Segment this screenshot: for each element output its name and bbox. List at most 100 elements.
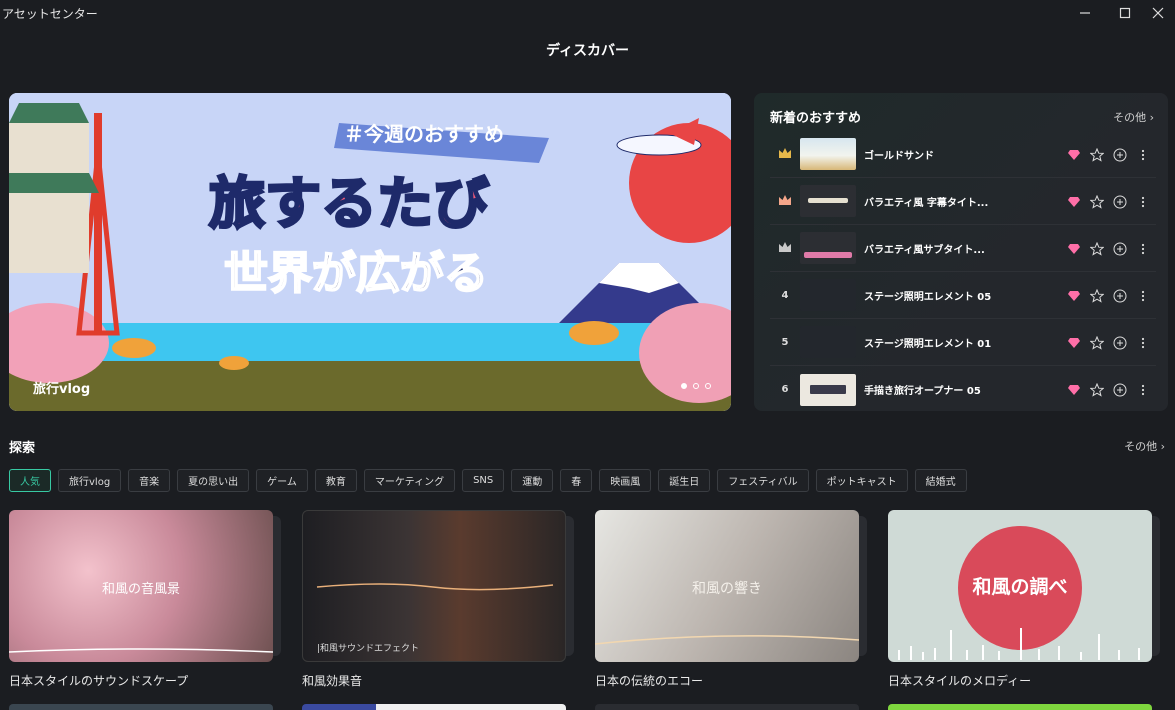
carousel-dot[interactable] [693, 383, 699, 389]
item-thumbnail [800, 232, 856, 264]
asset-card[interactable]: 和風の響き [595, 510, 867, 662]
chip-education[interactable]: 教育 [314, 469, 357, 492]
star-icon[interactable] [1090, 194, 1104, 209]
crown-gold-icon [770, 147, 800, 162]
more-vertical-icon[interactable] [1136, 195, 1150, 209]
gem-icon [1067, 336, 1081, 350]
ranking-row[interactable]: 5 ステージ照明エレメント 01 [770, 319, 1156, 366]
waveform-line [595, 635, 859, 645]
add-circle-icon[interactable] [1113, 195, 1127, 209]
card-thumbnail: 和風の響き [595, 510, 859, 662]
title-bar: アセットセンター [0, 0, 1175, 26]
rank-number: 4 [781, 289, 789, 301]
add-circle-icon[interactable] [1113, 148, 1127, 162]
chip-game[interactable]: ゲーム [256, 469, 308, 492]
crown-bronze-icon [770, 194, 800, 209]
more-vertical-icon[interactable] [1136, 336, 1150, 350]
more-vertical-icon[interactable] [1136, 148, 1150, 162]
card-overlay-text: 和風の調べ [972, 576, 1068, 598]
star-icon[interactable] [1090, 335, 1104, 350]
ranking-row[interactable]: 4 ステージ照明エレメント 05 [770, 272, 1156, 319]
item-thumbnail [800, 185, 856, 217]
asset-card-next-row[interactable] [9, 704, 273, 710]
category-chips: 人気 旅行vlog 音楽 夏の思い出 ゲーム 教育 マーケティング SNS 運動… [9, 469, 967, 492]
star-icon[interactable] [1090, 288, 1104, 303]
featured-banner[interactable]: ＃今週のおすすめ 旅するたび 世界が広がる 旅行vlog [9, 93, 731, 411]
ranking-row[interactable]: バラエティ風 字幕タイト... [770, 178, 1156, 225]
star-icon[interactable] [1090, 382, 1104, 397]
carousel-dot[interactable] [705, 383, 711, 389]
card-thumbnail: |和風サウンドエフェクト [302, 510, 566, 662]
item-name: ステージ照明エレメント 01 [864, 338, 992, 350]
close-button[interactable] [1138, 0, 1175, 26]
ranking-row[interactable]: ゴールドサンド [770, 131, 1156, 178]
card-title: 日本スタイルのサウンドスケープ [9, 674, 189, 688]
chip-spring[interactable]: 春 [560, 469, 593, 492]
chip-exercise[interactable]: 運動 [511, 469, 554, 492]
banner-headline-1: 旅するたび [209, 172, 489, 237]
waveform-line [316, 583, 554, 591]
minimize-icon [1080, 12, 1090, 14]
asset-card-next-row[interactable] [302, 704, 566, 710]
asset-card-next-row[interactable] [595, 704, 859, 710]
minimize-button[interactable] [1065, 0, 1105, 26]
item-name: バラエティ風 字幕タイト... [864, 197, 989, 209]
more-vertical-icon[interactable] [1136, 242, 1150, 256]
chip-music[interactable]: 音楽 [128, 469, 171, 492]
item-name: ゴールドサンド [864, 150, 934, 162]
more-vertical-icon[interactable] [1136, 383, 1150, 397]
add-circle-icon[interactable] [1113, 242, 1127, 256]
page-title: ディスカバー [545, 43, 630, 59]
window-title: アセットセンター [2, 7, 98, 21]
star-icon[interactable] [1090, 147, 1104, 162]
asset-card[interactable]: 和風の調べ [888, 510, 1160, 662]
gem-icon [1067, 148, 1081, 162]
explore-title: 探索 [9, 441, 36, 456]
carousel-dot[interactable] [681, 383, 687, 389]
banner-tag: ＃今週のおすすめ [344, 122, 504, 146]
card-thumbnail: 和風の音風景 [9, 510, 273, 662]
item-name: バラエティ風サブタイト... [864, 244, 985, 256]
add-circle-icon[interactable] [1113, 383, 1127, 397]
explore-more-link[interactable]: その他 › [1124, 438, 1165, 454]
ranking-row[interactable]: 6 手描き旅行オープナー 05 [770, 366, 1156, 413]
gem-icon [1067, 195, 1081, 209]
chip-podcast[interactable]: ポットキャスト [815, 469, 908, 492]
card-thumbnail: 和風の調べ [888, 510, 1152, 662]
item-thumbnail [800, 279, 856, 311]
more-vertical-icon[interactable] [1136, 289, 1150, 303]
gem-icon [1067, 242, 1081, 256]
chip-cinematic[interactable]: 映画風 [599, 469, 652, 492]
gem-icon [1067, 289, 1081, 303]
chip-wedding[interactable]: 結婚式 [914, 469, 967, 492]
banner-label: 旅行vlog [33, 382, 91, 397]
panel-title: 新着のおすすめ [770, 111, 862, 126]
crown-silver-icon [770, 241, 800, 256]
chip-travel-vlog[interactable]: 旅行vlog [58, 469, 122, 492]
card-title: 和風効果音 [302, 674, 363, 688]
chip-sns[interactable]: SNS [462, 469, 505, 492]
chip-birthday[interactable]: 誕生日 [658, 469, 711, 492]
chip-marketing[interactable]: マーケティング [363, 469, 456, 492]
card-overlay-text: |和風サウンドエフェクト [317, 644, 420, 654]
add-circle-icon[interactable] [1113, 289, 1127, 303]
banner-illustration: ＃今週のおすすめ 旅するたび 世界が広がる [9, 93, 731, 411]
chip-festival[interactable]: フェスティバル [717, 469, 809, 492]
chip-popular[interactable]: 人気 [9, 469, 51, 492]
waveform-line [9, 648, 273, 653]
asset-card-next-row[interactable] [888, 704, 1152, 710]
new-recommendations-panel: 新着のおすすめ その他 › ゴールドサンド バラエティ風 字幕タイト... バラ… [754, 93, 1168, 411]
maximize-icon [1119, 7, 1131, 19]
chip-summer-memories[interactable]: 夏の思い出 [177, 469, 250, 492]
add-circle-icon[interactable] [1113, 336, 1127, 350]
item-thumbnail [800, 326, 856, 358]
close-icon [1152, 7, 1164, 19]
rank-number: 5 [781, 336, 789, 348]
ranking-row[interactable]: バラエティ風サブタイト... [770, 225, 1156, 272]
asset-card[interactable]: |和風サウンドエフェクト [302, 510, 574, 662]
star-icon[interactable] [1090, 241, 1104, 256]
carousel-dots [681, 383, 711, 389]
asset-card[interactable]: 和風の音風景 [9, 510, 281, 662]
panel-more-link[interactable]: その他 › [1113, 109, 1154, 125]
item-thumbnail [800, 373, 856, 406]
